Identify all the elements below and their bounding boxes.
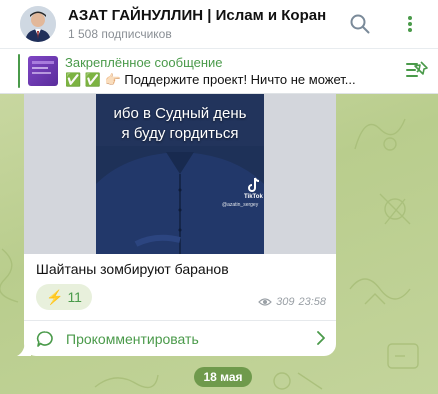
video-preview[interactable]: ибо в Судный день я буду гордиться TikTo… <box>24 94 336 254</box>
tiktok-label: TikTok <box>244 194 263 200</box>
pinned-message-bar[interactable]: Закреплённое сообщение ✅ ✅ 👉🏻 Поддержите… <box>0 48 438 94</box>
reaction-chip[interactable]: ⚡ 11 <box>36 284 92 310</box>
video-overlay-line-2: я буду гордиться <box>121 125 239 142</box>
chevron-right-icon <box>317 331 325 345</box>
pinned-thumbnail <box>28 56 58 86</box>
channel-title: АЗАТ ГАЙНУЛЛИН | Ислам и Коран <box>68 6 327 24</box>
video-overlay-line-1: ибо в Судный день <box>113 105 247 122</box>
pin-list-icon[interactable] <box>404 59 430 83</box>
comment-label: Прокомментировать <box>66 330 199 347</box>
chat-header: АЗАТ ГАЙНУЛЛИН | Ислам и Коран 1 508 под… <box>0 0 438 48</box>
pinned-text-block: Закреплённое сообщение ✅ ✅ 👉🏻 Поддержите… <box>65 55 395 88</box>
subscriber-count: 1 508 подписчиков <box>68 26 172 41</box>
pinned-indicator-line <box>18 54 20 88</box>
comment-bubble-icon <box>36 330 53 347</box>
message-bubble: ибо в Судный день я буду гордиться TikTo… <box>24 94 336 356</box>
reaction-count: 11 <box>67 289 82 305</box>
message-caption: Шайтаны зомбируют баранов <box>36 261 229 277</box>
tiktok-username: @azatin_sergey <box>222 202 259 208</box>
search-icon[interactable] <box>348 12 372 36</box>
date-separator: 18 мая <box>194 367 252 387</box>
pinned-title: Закреплённое сообщение <box>65 54 223 70</box>
lightning-icon: ⚡ <box>46 288 64 305</box>
message-time: 23:58 <box>298 296 326 308</box>
message-meta: 309 23:58 <box>258 296 326 308</box>
comment-button[interactable]: Прокомментировать <box>24 321 336 356</box>
video-frame[interactable]: ибо в Судный день я буду гордиться TikTo… <box>96 94 264 254</box>
header-title-block[interactable]: АЗАТ ГАЙНУЛЛИН | Ислам и Коран 1 508 под… <box>68 7 326 42</box>
eye-icon <box>258 298 272 306</box>
view-count: 309 <box>276 296 295 308</box>
tiktok-logo-icon <box>248 177 260 192</box>
more-dots-icon[interactable] <box>398 12 422 36</box>
pinned-preview: ✅ ✅ 👉🏻 Поддержите проект! Ничто не может… <box>65 71 356 87</box>
channel-avatar[interactable] <box>20 6 56 42</box>
